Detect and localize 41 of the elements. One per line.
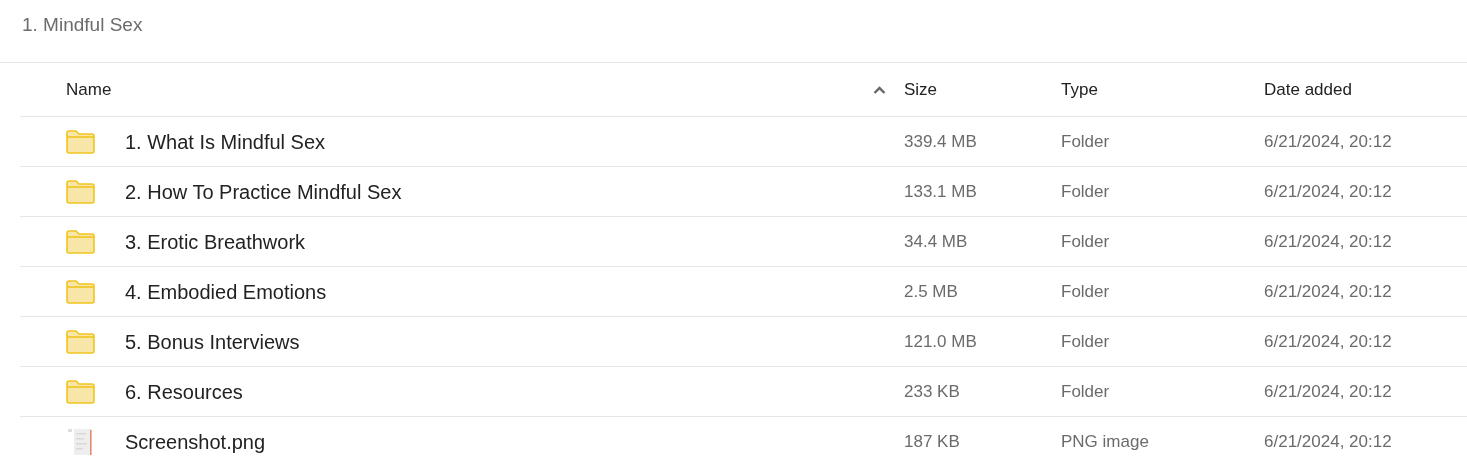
file-type: Folder [1061, 181, 1110, 201]
file-type: Folder [1061, 131, 1110, 151]
file-name[interactable]: 4. Embodied Emotions [125, 276, 327, 307]
file-name[interactable]: Screenshot.png [125, 427, 266, 457]
column-header[interactable]: Type [1061, 76, 1098, 103]
file-type: PNG image [1061, 432, 1149, 452]
folder-icon [66, 179, 95, 204]
date-added: 6/21/2024, 20:12 [1264, 381, 1392, 401]
file-type: Folder [1061, 381, 1110, 401]
date-added: 6/21/2024, 20:12 [1264, 131, 1392, 151]
folder-icon [66, 279, 95, 304]
file-name[interactable]: 2. How To Practice Mindful Sex [125, 176, 402, 207]
file-name[interactable]: 5. Bonus Interviews [125, 326, 300, 357]
column-header[interactable]: Size [904, 76, 938, 103]
date-added: 6/21/2024, 20:12 [1264, 181, 1392, 201]
file-size: 339.4 MB [904, 131, 977, 151]
date-added: 6/21/2024, 20:12 [1264, 281, 1392, 301]
file-size: 187 KB [904, 432, 960, 452]
folder-icon [66, 379, 95, 404]
file-name[interactable]: 6. Resources [125, 376, 243, 407]
file-size: 233 KB [904, 381, 960, 401]
file-type: Folder [1061, 331, 1110, 351]
file-name[interactable]: 1. What Is Mindful Sex [125, 126, 326, 157]
file-size: 34.4 MB [904, 231, 968, 251]
date-added: 6/21/2024, 20:12 [1264, 432, 1392, 452]
file-type: Folder [1061, 231, 1110, 251]
file-type: Folder [1061, 281, 1110, 301]
date-added: 6/21/2024, 20:12 [1264, 331, 1392, 351]
column-header[interactable]: Date added [1264, 76, 1352, 103]
column-header[interactable]: Name [66, 76, 112, 103]
date-added: 6/21/2024, 20:12 [1264, 231, 1392, 251]
folder-title: 1. Mindful Sex [22, 12, 143, 37]
folder-icon [66, 229, 95, 254]
image-thumbnail-icon [66, 428, 94, 456]
file-size: 133.1 MB [904, 181, 977, 201]
folder-icon [66, 329, 95, 354]
file-name[interactable]: 3. Erotic Breathwork [125, 226, 306, 257]
folder-icon [66, 129, 95, 154]
file-size: 121.0 MB [904, 331, 977, 351]
sort-up-icon[interactable] [873, 85, 886, 94]
file-size: 2.5 MB [904, 281, 958, 301]
